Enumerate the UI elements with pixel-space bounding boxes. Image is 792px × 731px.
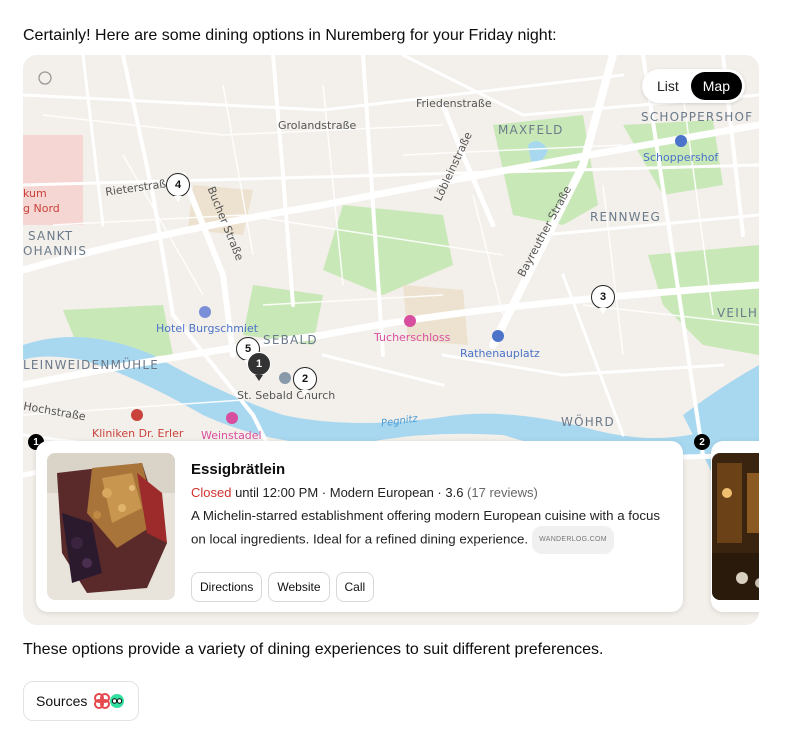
call-button[interactable]: Call <box>335 572 375 602</box>
poi-label-rathenauplatz: Rathenauplatz <box>460 347 540 360</box>
review-count: (17 reviews) <box>467 485 538 500</box>
street-label: Friedenstraße <box>416 97 492 110</box>
poi-label-schoppershof: Schoppershof <box>643 151 719 164</box>
place-name: Essigbrätlein <box>191 461 286 478</box>
intro-text: Certainly! Here are some dining options … <box>23 27 557 44</box>
website-button[interactable]: Website <box>268 572 330 602</box>
wanderlog-icon <box>94 693 111 709</box>
outro-text: These options provide a variety of dinin… <box>23 641 604 658</box>
list-view-button[interactable]: List <box>645 72 691 100</box>
poi-label-tucherschloss: Tucherschloss <box>374 331 451 344</box>
place-card-next[interactable] <box>711 441 759 612</box>
map-view[interactable]: Friedenstraße Grolandstraße Rieterstraße… <box>23 55 759 625</box>
place-photo[interactable] <box>712 453 759 600</box>
district-label: OHANNIS <box>23 244 88 258</box>
map-view-button[interactable]: Map <box>690 72 742 100</box>
card-index-badge: 2 <box>694 434 710 450</box>
card-actions: Directions Website Call <box>191 572 375 602</box>
place-description: A Michelin-starred establishment offerin… <box>191 506 669 554</box>
district-label: SCHOPPERSHOF <box>641 110 754 124</box>
place-meta: Closed until 12:00 PM · Modern European … <box>191 485 538 500</box>
district-label: SANKT <box>28 229 74 243</box>
district-label: VEILH <box>717 306 759 320</box>
district-label: LEINWEIDENMÜHLE <box>23 358 159 372</box>
map-marker-2[interactable]: 2 <box>293 367 317 396</box>
source-favicons <box>93 692 125 710</box>
district-label: SEBALD <box>263 333 318 347</box>
poi-label-museum: kum <box>23 187 47 200</box>
map-marker-4[interactable]: 4 <box>166 173 190 202</box>
source-chip[interactable]: WANDERLOG.COM <box>532 526 614 554</box>
sources-label: Sources <box>36 693 88 709</box>
tripadvisor-icon <box>110 694 125 708</box>
place-card[interactable]: Essigbrätlein Closed until 12:00 PM · Mo… <box>36 441 683 612</box>
district-label: RENNWEG <box>590 210 662 224</box>
district-label: MAXFELD <box>498 123 564 137</box>
place-meta-details: until 12:00 PM · Modern European · 3.6 <box>231 485 468 500</box>
directions-button[interactable]: Directions <box>191 572 263 602</box>
sources-button[interactable]: Sources <box>23 681 139 721</box>
poi-label-kliniken: Kliniken Dr. Erler <box>92 427 184 440</box>
street-label: Grolandstraße <box>278 119 357 132</box>
map-marker-1[interactable]: 1 <box>247 352 271 381</box>
poi-label-museum: g Nord <box>23 202 60 215</box>
place-photo[interactable] <box>47 453 175 600</box>
district-label: WÖHRD <box>561 415 615 429</box>
map-marker-3[interactable]: 3 <box>591 285 615 314</box>
poi-label-hotel: Hotel Burgschmiet <box>156 322 259 335</box>
open-status: Closed <box>191 485 232 500</box>
view-toggle[interactable]: List Map <box>641 69 745 103</box>
poi-label-church: St. Sebald Church <box>237 389 336 402</box>
